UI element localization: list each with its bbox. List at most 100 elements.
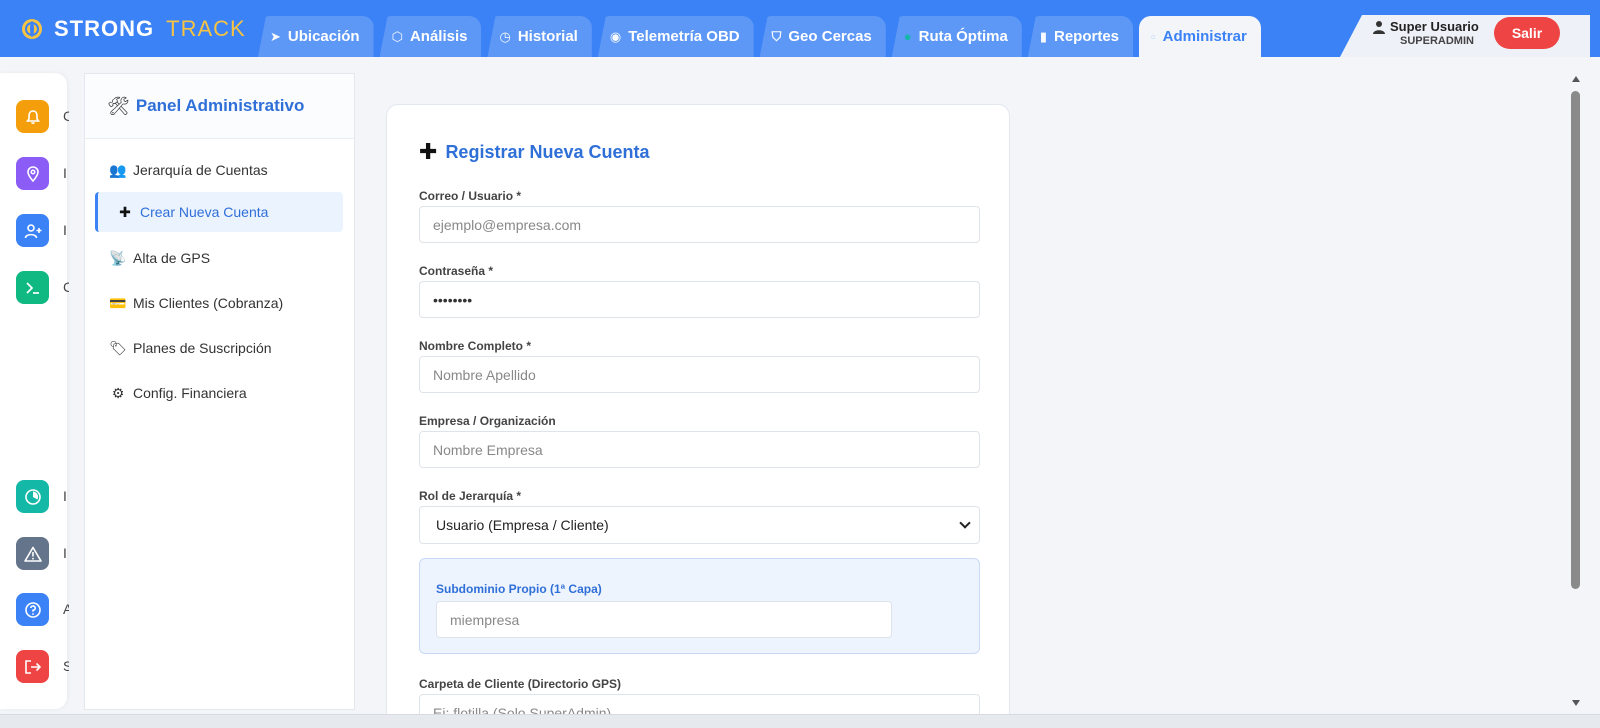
tab-administrar[interactable]: ▫ Administrar — [1139, 16, 1261, 57]
password-label: Contraseña * — [419, 264, 494, 278]
warning-icon[interactable] — [16, 537, 49, 570]
panel-item-label: Crear Nueva Cuenta — [140, 204, 269, 220]
bell-glyph — [25, 109, 40, 124]
tab-ruta-optima[interactable]: ● Ruta Óptima — [891, 16, 1022, 57]
terminal-glyph — [25, 281, 39, 294]
tab-label: Historial — [517, 28, 578, 45]
chevron-down-icon — [959, 517, 971, 529]
shield-icon: ⛉ — [771, 28, 782, 44]
tab-telemetria-obd[interactable]: ◉ Telemetría OBD — [597, 16, 754, 57]
rail-label-clipped: I — [63, 165, 67, 181]
register-account-card: ✚ Registrar Nueva Cuenta Correo / Usuari… — [386, 104, 1010, 728]
gauge-icon: ◉ — [609, 28, 622, 44]
user-name-row: Super Usuario — [1372, 19, 1479, 34]
location-pin-icon[interactable] — [16, 157, 49, 190]
password-field[interactable] — [419, 281, 980, 318]
warning-glyph — [23, 546, 42, 562]
tab-label: Geo Cercas — [788, 28, 872, 45]
tools-icon: 🛠 — [107, 95, 130, 116]
logout-icon[interactable] — [16, 650, 49, 683]
tab-label: Telemetría OBD — [628, 28, 740, 45]
tab-label: Análisis — [409, 28, 468, 45]
role-select[interactable]: Usuario (Empresa / Cliente) — [419, 506, 980, 544]
tab-reportes[interactable]: ▮ Reportes — [1027, 16, 1134, 57]
company-field[interactable] — [419, 431, 980, 468]
users-icon: 👥 — [109, 161, 127, 178]
panel-item-planes[interactable]: 🏷 Planes de Suscripción — [95, 328, 343, 368]
subdomain-box: Subdominio Propio (1ª Capa) — [419, 558, 980, 654]
brand-logo[interactable]: STRONG TRACK — [22, 16, 246, 42]
help-glyph — [24, 601, 41, 618]
rail-label-clipped: C — [63, 279, 69, 295]
client-folder-label: Carpeta de Cliente (Directorio GPS) — [419, 677, 622, 691]
panel-item-label: Config. Financiera — [133, 385, 247, 401]
main-tabs: ➤ Ubicación ⬡ Análisis ◷ Historial ◉ Telemet… — [258, 16, 1267, 57]
tag-icon: 🏷 — [109, 339, 127, 356]
full-name-label: Nombre Completo * — [419, 339, 532, 353]
user-plus-glyph — [24, 223, 41, 238]
gear-icon: ⚙ — [111, 384, 125, 401]
timer-glyph — [24, 488, 41, 505]
admin-panel: 🛠 Panel Administrativo 👥 Jerarquía de Cu… — [84, 73, 355, 710]
route-icon: ● — [903, 29, 912, 44]
user-plus-icon[interactable] — [16, 214, 49, 247]
tab-label: Reportes — [1053, 28, 1120, 45]
scroll-thumb[interactable] — [1571, 91, 1580, 589]
email-label: Correo / Usuario * — [419, 189, 522, 203]
email-field[interactable] — [419, 206, 980, 243]
bell-icon[interactable] — [16, 100, 49, 133]
panel-item-label: Mis Clientes (Cobranza) — [133, 295, 284, 311]
subdomain-label: Subdominio Propio (1ª Capa) — [436, 582, 602, 596]
tab-label: Administrar — [1162, 28, 1247, 45]
brand-name-strong: STRONG — [54, 16, 155, 41]
full-name-field[interactable] — [419, 356, 980, 393]
panel-item-jerarquia[interactable]: 👥 Jerarquía de Cuentas — [95, 150, 343, 190]
subdomain-field[interactable] — [436, 601, 892, 638]
admin-icon: ▫ — [1151, 29, 1156, 44]
send-icon: ➤ — [270, 28, 281, 44]
admin-panel-title: Panel Administrativo — [135, 96, 305, 115]
top-bar: STRONG TRACK ➤ Ubicación ⬡ Análisis ◷ Histo… — [0, 0, 1600, 57]
tab-ubicacion[interactable]: ➤ Ubicación — [258, 16, 374, 57]
panel-item-config-financiera[interactable]: ⚙ Config. Financiera — [95, 373, 343, 413]
help-icon[interactable] — [16, 593, 49, 626]
tab-historial[interactable]: ◷ Historial — [487, 16, 592, 57]
brand-name-track: TRACK — [166, 16, 246, 41]
satellite-icon: 📡 — [109, 249, 127, 266]
terminal-icon[interactable] — [16, 271, 49, 304]
bar-chart-icon: ▮ — [1039, 28, 1047, 44]
rail-label-clipped: I — [63, 222, 67, 238]
rail-label-clipped: I — [63, 545, 67, 561]
logout-button[interactable]: Salir — [1494, 17, 1560, 49]
rail-label-clipped: C — [63, 108, 69, 124]
tab-geo-cercas[interactable]: ⛉ Geo Cercas — [759, 16, 886, 57]
card-title: ✚ Registrar Nueva Cuenta — [419, 139, 650, 165]
role-label: Rol de Jerarquía * — [419, 489, 522, 503]
role-select-value: Usuario (Empresa / Cliente) — [436, 517, 609, 533]
page-scrollbar[interactable] — [1569, 73, 1583, 710]
panel-item-label: Jerarquía de Cuentas — [133, 162, 268, 178]
rail-label-clipped: I — [63, 488, 67, 504]
scroll-down-icon[interactable] — [1572, 700, 1580, 706]
panel-item-label: Planes de Suscripción — [133, 340, 272, 356]
plus-icon: ✚ — [419, 139, 438, 164]
panel-item-mis-clientes[interactable]: 💳 Mis Clientes (Cobranza) — [95, 283, 343, 323]
panel-item-alta-gps[interactable]: 📡 Alta de GPS — [95, 238, 343, 278]
tab-analisis[interactable]: ⬡ Análisis — [379, 16, 482, 57]
rail-label-clipped: S — [63, 658, 69, 674]
pin-glyph — [26, 165, 39, 182]
logout-glyph — [24, 659, 41, 674]
company-label: Empresa / Organización — [419, 414, 556, 428]
tab-label: Ruta Óptima — [918, 28, 1008, 45]
user-role: SUPERADMIN — [1400, 35, 1474, 47]
user-name: Super Usuario — [1390, 19, 1479, 34]
panel-item-crear-cuenta[interactable]: ✚ Crear Nueva Cuenta — [95, 192, 343, 232]
plus-icon: ✚ — [119, 203, 131, 220]
panel-item-label: Alta de GPS — [133, 250, 211, 266]
admin-panel-header: 🛠 Panel Administrativo — [85, 74, 354, 139]
timer-icon[interactable] — [16, 480, 49, 513]
bottom-strip — [0, 714, 1600, 728]
scroll-up-icon[interactable] — [1572, 76, 1580, 82]
cube-icon: ⬡ — [391, 28, 403, 44]
rail-label-clipped: A — [63, 601, 69, 617]
